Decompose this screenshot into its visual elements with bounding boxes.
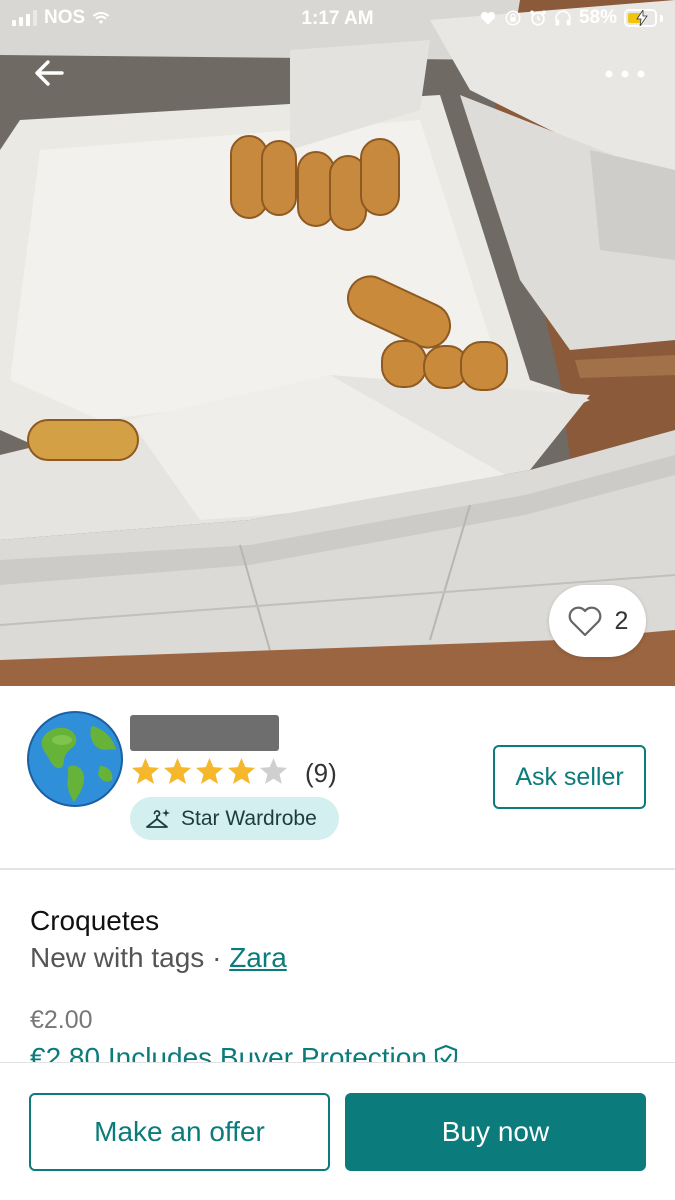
item-subtitle: New with tags · Zara (30, 942, 287, 974)
heart-icon (480, 11, 496, 25)
headphones-icon (555, 10, 571, 26)
brand-link[interactable]: Zara (229, 942, 287, 973)
star-filled-icon (227, 757, 256, 784)
item-condition: New with tags (30, 942, 205, 973)
buy-now-button[interactable]: Buy now (345, 1093, 646, 1171)
star-filled-icon (131, 757, 160, 784)
heart-outline-icon (568, 606, 601, 637)
seller-username-redacted[interactable] (130, 715, 279, 751)
sparkle-hanger-icon (146, 808, 170, 828)
back-arrow-icon[interactable] (30, 55, 70, 91)
star-empty-icon (259, 757, 288, 784)
badge-label: Star Wardrobe (181, 806, 317, 830)
battery-percent: 58% (578, 7, 617, 28)
screen-lock-icon (505, 10, 521, 26)
item-price: €2.00 (30, 1006, 93, 1034)
separator-dot: · (204, 942, 230, 973)
item-title: Croquetes (30, 905, 160, 936)
make-offer-button[interactable]: Make an offer (29, 1093, 330, 1171)
price-with-protection[interactable]: €2.80 Includes Buyer Protection (30, 1042, 459, 1062)
status-bar: NOS 1:17 AM 58% (0, 0, 675, 38)
favorite-button[interactable]: 2 (549, 585, 646, 657)
ask-seller-button[interactable]: Ask seller (493, 745, 646, 809)
seller-rating-stars (130, 756, 289, 787)
more-icon[interactable] (600, 62, 650, 86)
star-wardrobe-badge[interactable]: Star Wardrobe (130, 797, 339, 840)
favorites-count: 2 (614, 606, 629, 635)
bottom-action-bar: Make an offer Buy now (0, 1062, 675, 1200)
croquetes-photo (0, 0, 675, 686)
seller-avatar[interactable] (26, 710, 124, 808)
item-details: Croquetes New with tags · Zara €2.00 €2.… (0, 872, 675, 1062)
star-filled-icon (195, 757, 224, 784)
star-filled-icon (163, 757, 192, 784)
shield-check-icon (434, 1044, 458, 1062)
status-right: 58% (479, 7, 663, 29)
item-photo[interactable]: NOS 1:17 AM 58% 2 (0, 0, 675, 686)
seller-section: (9) Star Wardrobe Ask seller (0, 686, 675, 870)
price-with-protection-label: €2.80 Includes Buyer Protection (30, 1042, 427, 1062)
alarm-icon (530, 10, 546, 26)
battery-charging-icon (624, 9, 663, 27)
review-count: (9) (305, 758, 337, 788)
